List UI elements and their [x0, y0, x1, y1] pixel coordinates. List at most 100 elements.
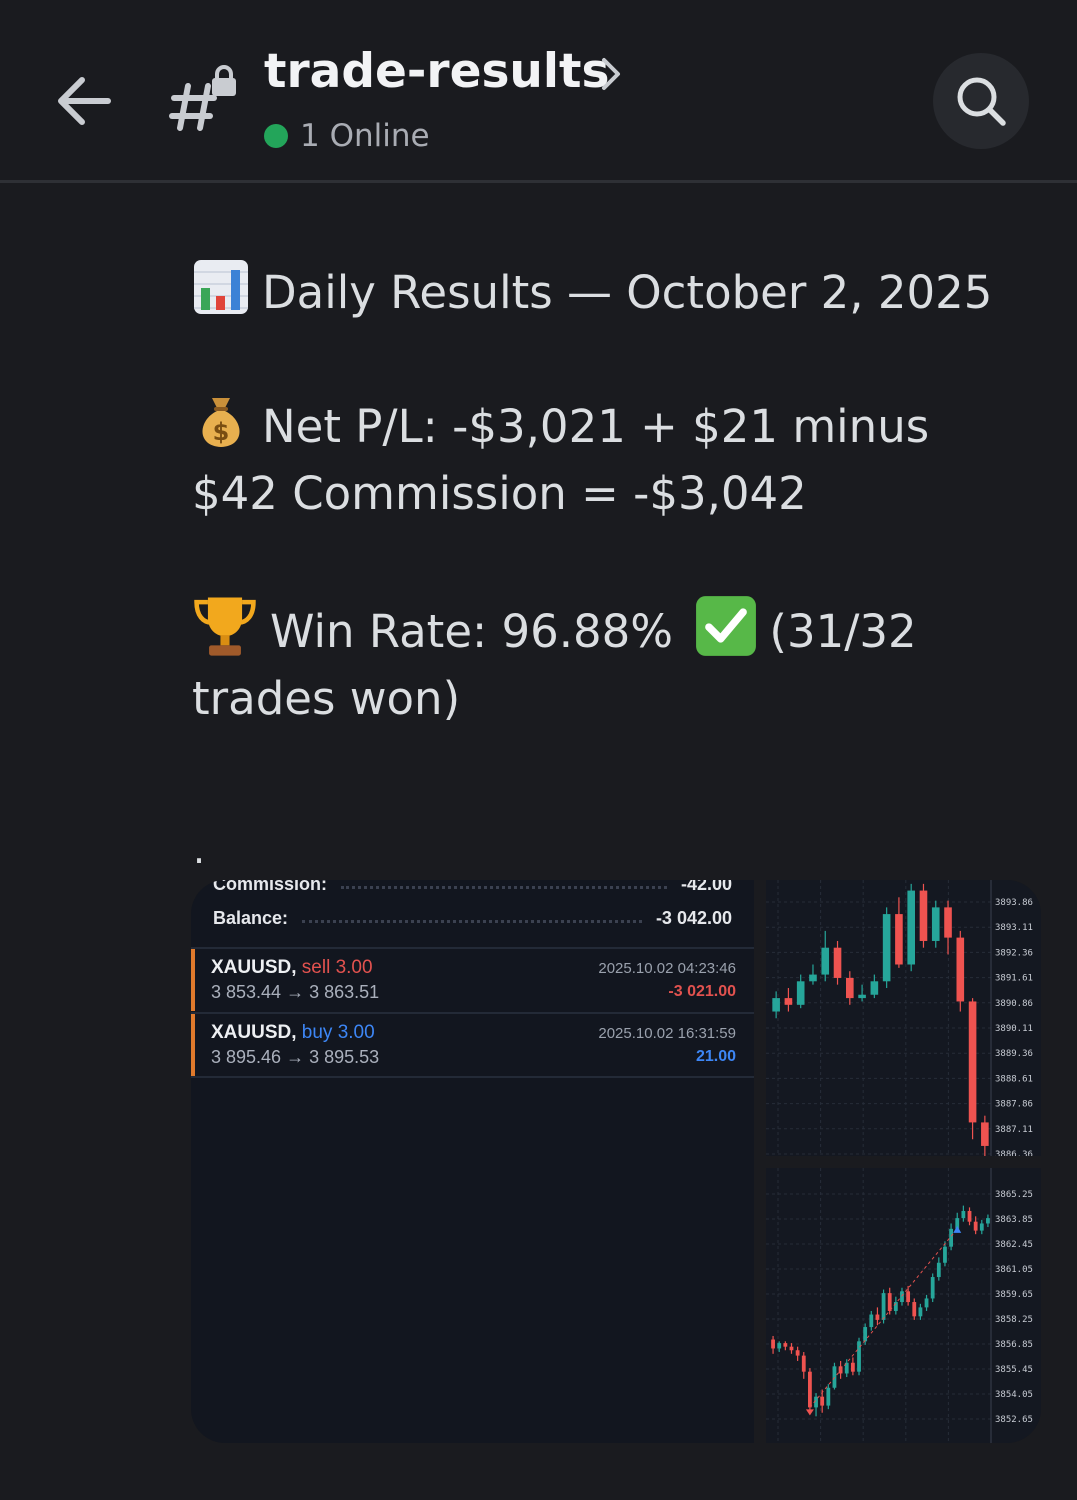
money-bag-emoji: $ — [202, 398, 240, 447]
candle-body — [968, 1001, 977, 1123]
trade-prices: 3 853.44 → 3 863.51 — [211, 982, 380, 1002]
price-axis-label: 3893.86 — [995, 898, 1033, 908]
trade-time: 2025.10.02 16:31:59 — [598, 1025, 736, 1042]
candle-body — [882, 914, 891, 982]
message-line-winrate: Win Rate: 96.88% (31/32 trades won) — [192, 593, 1022, 732]
hashtag-lock-icon — [168, 62, 244, 138]
net-pl-text: Net P/L: -$3,021 + $21 minus $42 Commiss… — [192, 400, 930, 520]
balance-label: Balance: — [213, 907, 289, 928]
balance-value: -3 042.00 — [655, 907, 732, 928]
chevron-right-icon[interactable] — [594, 54, 626, 94]
chart-bottom-svg: 3865.25 3863.85 3862.45 3861.05 3859.65 3858.… — [766, 1168, 1033, 1443]
candle-body — [826, 1387, 831, 1406]
buy-marker — [953, 1225, 962, 1233]
price-axis-label: 3856.85 — [995, 1340, 1033, 1350]
price-axis-label: 3887.11 — [995, 1125, 1033, 1135]
candlestick-chart-top: 3893.86 3893.11 3892.36 3891.61 3890.86 3890.… — [766, 880, 1041, 1160]
message-dot: . — [193, 828, 206, 872]
candle-body — [807, 1371, 812, 1408]
price-axis-label: 3863.85 — [995, 1215, 1033, 1225]
search-icon — [957, 77, 1006, 126]
message-line-pl: $ Net P/L: -$3,021 + $21 minus $42 Commi… — [192, 392, 1022, 527]
commission-label: Commission: — [213, 880, 328, 894]
trade-pl: 21.00 — [695, 1048, 736, 1065]
candle-body — [789, 1346, 794, 1351]
win-rate-text: Win Rate: 96.88% — [270, 605, 674, 658]
candle-body — [869, 1314, 874, 1328]
daily-results-title: Daily Results — October 2, 2025 — [262, 266, 993, 319]
message-line-title: Daily Results — October 2, 2025 — [192, 258, 1022, 326]
price-axis-label: 3855.45 — [995, 1365, 1033, 1375]
trade-prices: 3 895.46 → 3 895.53 — [211, 1047, 380, 1067]
candlestick-chart-bottom: 3865.25 3863.85 3862.45 3861.05 3859.65 3858.… — [766, 1168, 1041, 1443]
candle-body — [949, 1228, 954, 1247]
back-button[interactable] — [50, 66, 120, 136]
trade-row: XAUUSD, sell 3.00 3 853.44 → 3 863.51 20… — [191, 949, 754, 1011]
candle-body — [796, 981, 805, 1005]
price-axis-label: 3890.11 — [995, 1024, 1033, 1034]
channel-name[interactable]: trade-results — [264, 44, 609, 99]
candle-body — [961, 1210, 966, 1219]
candle-body — [930, 1277, 935, 1299]
trade-pl: -3 021.00 — [668, 983, 736, 1000]
commission-value: -42.00 — [680, 880, 732, 894]
candle-body — [795, 1350, 800, 1356]
candle-body — [973, 1221, 978, 1231]
price-axis-label: 3865.25 — [995, 1190, 1033, 1200]
trade-symbol: XAUUSD, — [211, 957, 297, 978]
candle-body — [900, 1291, 904, 1303]
candle-body — [821, 947, 830, 975]
search-button[interactable] — [933, 53, 1029, 149]
candle-body — [863, 1327, 868, 1342]
price-axis-label: 3892.36 — [995, 948, 1033, 958]
trade-path-line — [809, 1228, 958, 1408]
candle-body — [881, 1293, 886, 1320]
candle-body — [936, 1262, 941, 1278]
candle-body — [912, 1302, 917, 1317]
online-status: 1 Online — [264, 116, 430, 156]
price-axis-label: 3861.05 — [995, 1265, 1033, 1275]
price-axis-label: 3891.61 — [995, 974, 1033, 984]
candle-body — [931, 907, 940, 941]
candle-body — [771, 1339, 775, 1349]
candle-body — [801, 1355, 806, 1372]
channel-header: trade-results 1 Online — [0, 0, 1077, 183]
price-axis-label: 3890.86 — [995, 999, 1033, 1009]
image-attachment[interactable]: Commission: -42.00 Balance: -3 042.00 XA… — [191, 880, 1041, 1443]
balance-row: Balance: -3 042.00 — [213, 902, 732, 934]
commission-row: Commission: -42.00 — [213, 880, 732, 900]
candle-body — [944, 907, 952, 938]
candle-body — [845, 977, 854, 999]
price-axis-label: 3886.36 — [995, 1150, 1033, 1156]
price-axis-label: 3854.05 — [995, 1390, 1033, 1400]
candle-body — [895, 914, 903, 965]
candle-body — [833, 947, 842, 978]
candle-body — [986, 1218, 990, 1224]
price-axis-label: 3889.36 — [995, 1049, 1033, 1059]
sell-marker — [805, 1409, 814, 1416]
candle-body — [956, 937, 965, 1002]
price-axis-label: 3893.11 — [995, 923, 1033, 933]
trade-row: XAUUSD, buy 3.00 3 895.46 → 3 895.53 202… — [191, 1014, 754, 1076]
price-axis-label: 3888.61 — [995, 1074, 1033, 1084]
trade-side: buy 3.00 — [301, 1022, 375, 1043]
candle-body — [777, 1343, 782, 1349]
candle-body — [809, 974, 817, 982]
svg-text:$: $ — [213, 418, 230, 446]
candle-body — [870, 981, 879, 995]
price-axis-label: 3887.86 — [995, 1100, 1033, 1110]
price-axis-label: 3858.25 — [995, 1315, 1033, 1325]
trade-symbol: XAUUSD, — [211, 1022, 297, 1043]
candle-body — [784, 998, 793, 1005]
candle-body — [924, 1298, 929, 1308]
price-axis-label: 3859.65 — [995, 1290, 1033, 1300]
candle-body — [918, 1307, 923, 1317]
candle-body — [967, 1210, 972, 1222]
candle-body — [832, 1366, 837, 1388]
candle-body — [820, 1396, 825, 1406]
candle-body — [850, 1362, 855, 1372]
candle-body — [919, 890, 928, 941]
candle-body — [907, 890, 916, 965]
arrow-left-icon — [58, 77, 111, 125]
trade-time: 2025.10.02 04:23:46 — [598, 960, 736, 977]
